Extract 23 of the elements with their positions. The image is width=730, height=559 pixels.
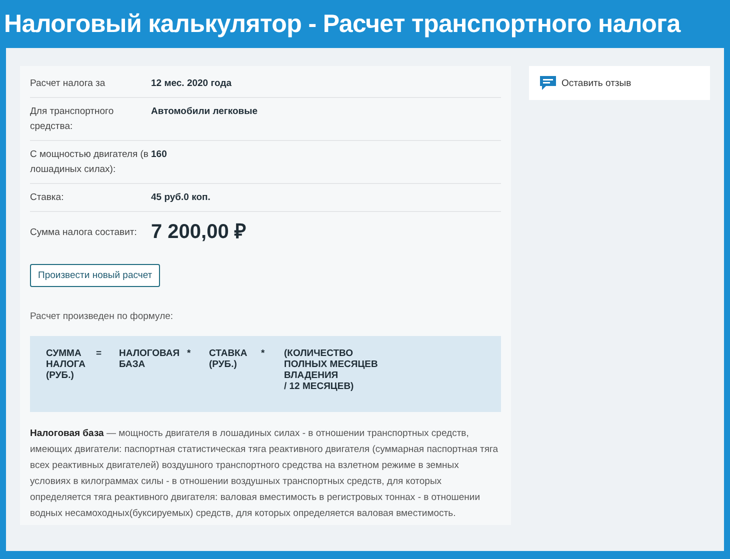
field-value: 160	[151, 148, 168, 162]
field-value: 45 руб.0 коп.	[151, 191, 212, 205]
page-title: Налоговый калькулятор - Расчет транспортного налога	[3, 8, 682, 40]
formula-operator: *	[187, 348, 192, 361]
formula-caption: Расчет произведен по формуле:	[30, 311, 174, 322]
field-value: Автомобили легковые	[151, 105, 259, 119]
chat-bubble-icon	[538, 75, 557, 91]
formula-term: НАЛОГОВАЯ БАЗА	[119, 348, 181, 372]
field-label: Расчет налога за	[30, 77, 106, 91]
formula-operator: *	[261, 348, 266, 361]
tax-base-description: Налоговая база — мощность двигателя в лошадиных силах - в отношении транспортных средств, имеющих двигатели: паспортная статистическая тяга реактивного двигателя (суммарная паспортная тяга всех реактивных двигателей) воздушного транспортного средства на взлетном режиме в земных условиях в килограммах силы - в отношении воздушных транспортных средств, для которых определяется тяга реактивного двигателя: валовая вместимость в регистровых тоннах - в отношении водных несамоходных(буксируемых) средств, для которых определяется валовая вместимость.	[30, 427, 500, 521]
formula-term: (КОЛИЧЕСТВО ПОЛНЫХ МЕСЯЦЕВ ВЛАДЕНИЯ / 12 МЕСЯЦЕВ)	[284, 348, 379, 392]
field-value: 12 мес. 2020 года	[151, 77, 233, 91]
field-label: Сумма налога составит:	[30, 226, 138, 240]
formula-term: СУММА НАЛОГА (РУБ.)	[46, 348, 87, 383]
field-label: Для транспортного средства:	[30, 105, 115, 134]
formula-operator: =	[96, 348, 103, 361]
field-label: С мощностью двигателя (в лошадиных силах):	[30, 148, 150, 177]
new-calculation-button[interactable]: Произвести новый расчет	[30, 264, 160, 287]
tax-total: 7 200,00 ₽	[151, 220, 248, 244]
formula-term: СТАВКА (РУБ.)	[209, 348, 248, 372]
feedback-link[interactable]: Оставить отзыв	[562, 78, 632, 88]
field-label: Ставка:	[30, 191, 65, 205]
